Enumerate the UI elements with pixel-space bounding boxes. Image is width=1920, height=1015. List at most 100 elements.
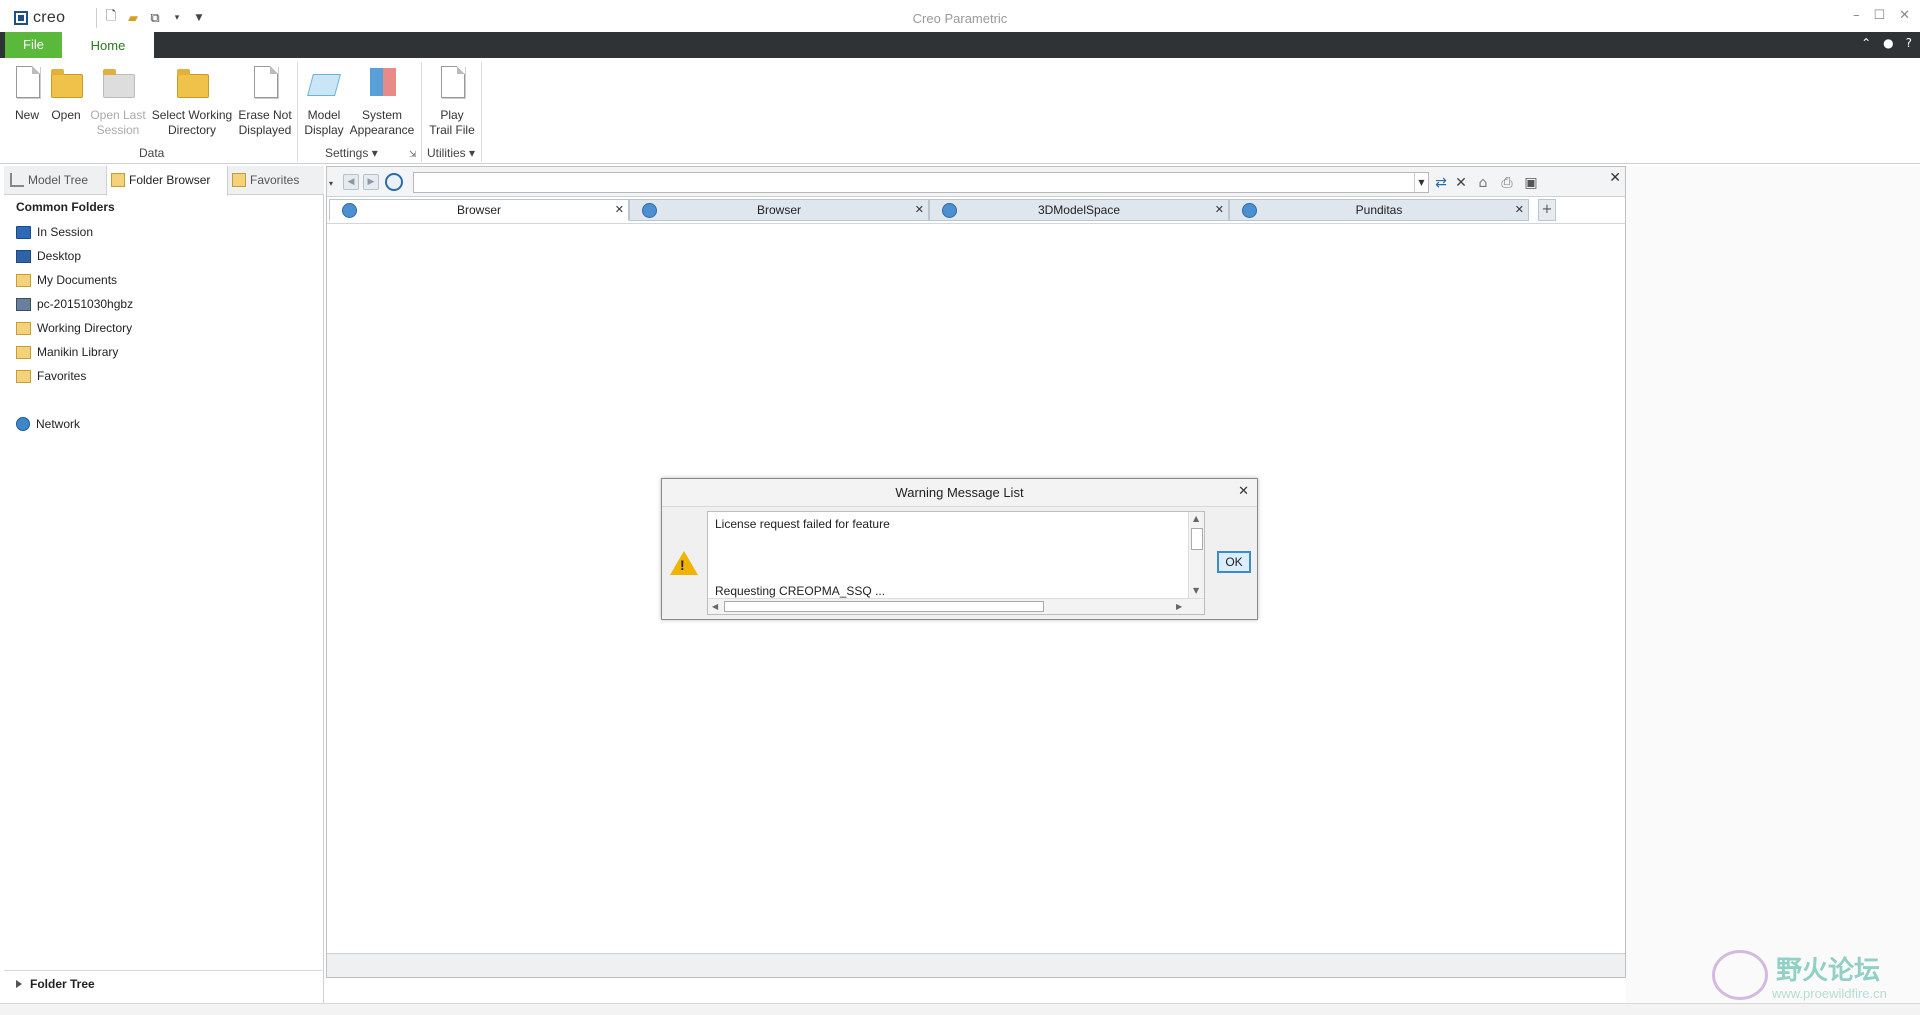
tab-folder-browser[interactable]: Folder Browser (106, 166, 228, 196)
message-list[interactable]: License request failed for feature Reque… (707, 511, 1205, 615)
scroll-down-icon[interactable]: ▼ (1193, 586, 1199, 595)
folder-item-desktop[interactable]: Desktop (16, 244, 133, 268)
help-icon[interactable]: ? (1906, 36, 1912, 50)
tab-home[interactable]: Home (62, 32, 154, 58)
favorites-folder-icon (16, 369, 31, 383)
scroll-left-icon[interactable]: ◀ (712, 602, 718, 611)
folder-item-manikin-library[interactable]: Manikin Library (16, 340, 133, 364)
open-button[interactable]: Open (48, 64, 84, 123)
graphics-area (1626, 166, 1920, 1015)
tab-folder-browser-label: Folder Browser (129, 173, 211, 187)
browser-tab-label: 3DModelSpace (1037, 203, 1121, 217)
system-appearance-button[interactable]: System Appearance (348, 64, 416, 138)
collapse-ribbon-icon[interactable]: ⌃ (1861, 36, 1871, 50)
browser-tab[interactable]: Browser ✕ (329, 199, 629, 221)
minimize-icon[interactable]: – (1853, 8, 1860, 23)
browser-tab[interactable]: Punditas ✕ (1229, 199, 1529, 221)
maximize-icon[interactable]: ☐ (1873, 8, 1885, 23)
open-last-label-1: Open Last (90, 108, 146, 122)
model-display-button[interactable]: Model Display (302, 64, 346, 138)
navigator-panel: Model Tree Folder Browser Favorites Comm… (4, 166, 324, 1015)
user-icon[interactable]: ● (1883, 36, 1893, 50)
window-controls: – ☐ ✕ (1853, 8, 1910, 23)
system-appearance-label-1: System (361, 108, 402, 122)
tab-model-tree[interactable]: Model Tree (6, 166, 106, 195)
browser-tab[interactable]: 3DModelSpace ✕ (929, 199, 1229, 221)
close-browser-icon[interactable]: ✕ (1609, 170, 1621, 186)
close-tab-icon[interactable]: ✕ (1515, 200, 1524, 221)
folder-item-computer[interactable]: pc-20151030hgbz (16, 292, 133, 316)
folder-item-network[interactable]: Network (16, 412, 133, 436)
scroll-thumb[interactable] (724, 601, 1044, 612)
settings-launcher-icon[interactable]: ⇲ (409, 150, 417, 160)
settings-label-text: Settings (325, 146, 369, 160)
browser-menu-icon[interactable]: ▾ (329, 179, 333, 188)
group-settings-label[interactable]: Settings ▾ (325, 146, 378, 160)
stop-icon[interactable]: ✕ (1451, 173, 1471, 193)
model-display-label-2: Display (304, 123, 344, 137)
play-trail-file-button[interactable]: Play Trail File (426, 64, 478, 138)
close-tab-icon[interactable]: ✕ (1215, 200, 1224, 221)
tab-favorites-label: Favorites (250, 173, 300, 187)
vertical-scrollbar[interactable]: ▲ ▼ (1188, 512, 1204, 600)
browser-tab-label: Browser (756, 203, 801, 217)
folder-tree-toggle[interactable]: Folder Tree (4, 970, 322, 996)
select-working-directory-button[interactable]: Select Working Directory (150, 64, 234, 138)
open-last-session-button[interactable]: Open Last Session (88, 64, 148, 138)
folder-label: In Session (37, 225, 94, 239)
open-last-label-2: Session (96, 123, 140, 137)
manikin-library-icon (16, 345, 31, 359)
refresh-icon[interactable]: ⇄ (1431, 173, 1451, 193)
erase-not-displayed-button[interactable]: Erase Not Displayed (236, 64, 294, 138)
close-tab-icon[interactable]: ✕ (915, 200, 924, 221)
ribbon: New Open Open Last Session Select Workin… (0, 58, 1920, 164)
close-tab-icon[interactable]: ✕ (615, 200, 624, 221)
tab-favorites[interactable]: Favorites (228, 166, 318, 195)
print-icon[interactable]: ⎙ (1497, 173, 1517, 193)
system-appearance-icon (370, 68, 396, 96)
folder-label: pc-20151030hgbz (37, 297, 134, 311)
globe-icon (642, 203, 657, 218)
status-bar (0, 1003, 1920, 1015)
save-icon[interactable]: ▣ (1521, 173, 1541, 193)
history-icon[interactable] (385, 173, 403, 191)
common-folders-list: In Session Desktop My Documents pc-20151… (16, 220, 133, 436)
globe-icon (942, 203, 957, 218)
favorites-icon (232, 173, 246, 187)
forward-arrow-icon[interactable]: ▶ (363, 174, 379, 190)
folder-tree-label: Folder Tree (30, 977, 95, 991)
group-utilities-label[interactable]: Utilities ▾ (427, 146, 475, 160)
folder-item-favorites[interactable]: Favorites (16, 364, 133, 388)
new-document-icon (16, 66, 40, 98)
open-folder-icon (51, 69, 83, 98)
horizontal-scrollbar[interactable]: ◀ ▶ (708, 598, 1204, 614)
ok-button[interactable]: OK (1217, 551, 1251, 573)
scroll-right-icon[interactable]: ▶ (1176, 602, 1182, 611)
scroll-up-icon[interactable]: ▲ (1193, 514, 1199, 523)
browser-tab-label: Browser (456, 203, 501, 217)
computer-icon (16, 297, 31, 311)
erase-label-2: Displayed (238, 123, 292, 137)
globe-icon (1242, 203, 1257, 218)
address-dropdown-icon[interactable]: ▼ (1414, 173, 1428, 192)
ribbon-separator (421, 62, 422, 162)
dialog-close-icon[interactable]: ✕ (1238, 484, 1249, 499)
back-arrow-icon[interactable]: ◀ (343, 174, 359, 190)
folder-item-my-documents[interactable]: My Documents (16, 268, 133, 292)
browser-tab[interactable]: Browser ✕ (629, 199, 929, 221)
group-data-label: Data (139, 146, 165, 160)
select-wd-label-1: Select Working (151, 108, 233, 122)
address-bar[interactable]: ▼ (413, 172, 1429, 193)
tab-file[interactable]: File (5, 32, 62, 58)
close-icon[interactable]: ✕ (1899, 8, 1910, 23)
scroll-thumb[interactable] (1191, 528, 1203, 550)
folder-item-in-session[interactable]: In Session (16, 220, 133, 244)
home-icon[interactable]: ⌂ (1473, 173, 1493, 193)
folder-item-working-directory[interactable]: Working Directory (16, 316, 133, 340)
model-display-icon (307, 74, 341, 96)
message-line: License request failed for feature (715, 517, 890, 531)
new-tab-button[interactable]: + (1538, 199, 1556, 221)
new-button[interactable]: New (10, 64, 44, 123)
ribbon-tab-bar: File Home ⌃ ● ? (0, 32, 1920, 58)
dialog-title: Warning Message List (662, 479, 1257, 507)
